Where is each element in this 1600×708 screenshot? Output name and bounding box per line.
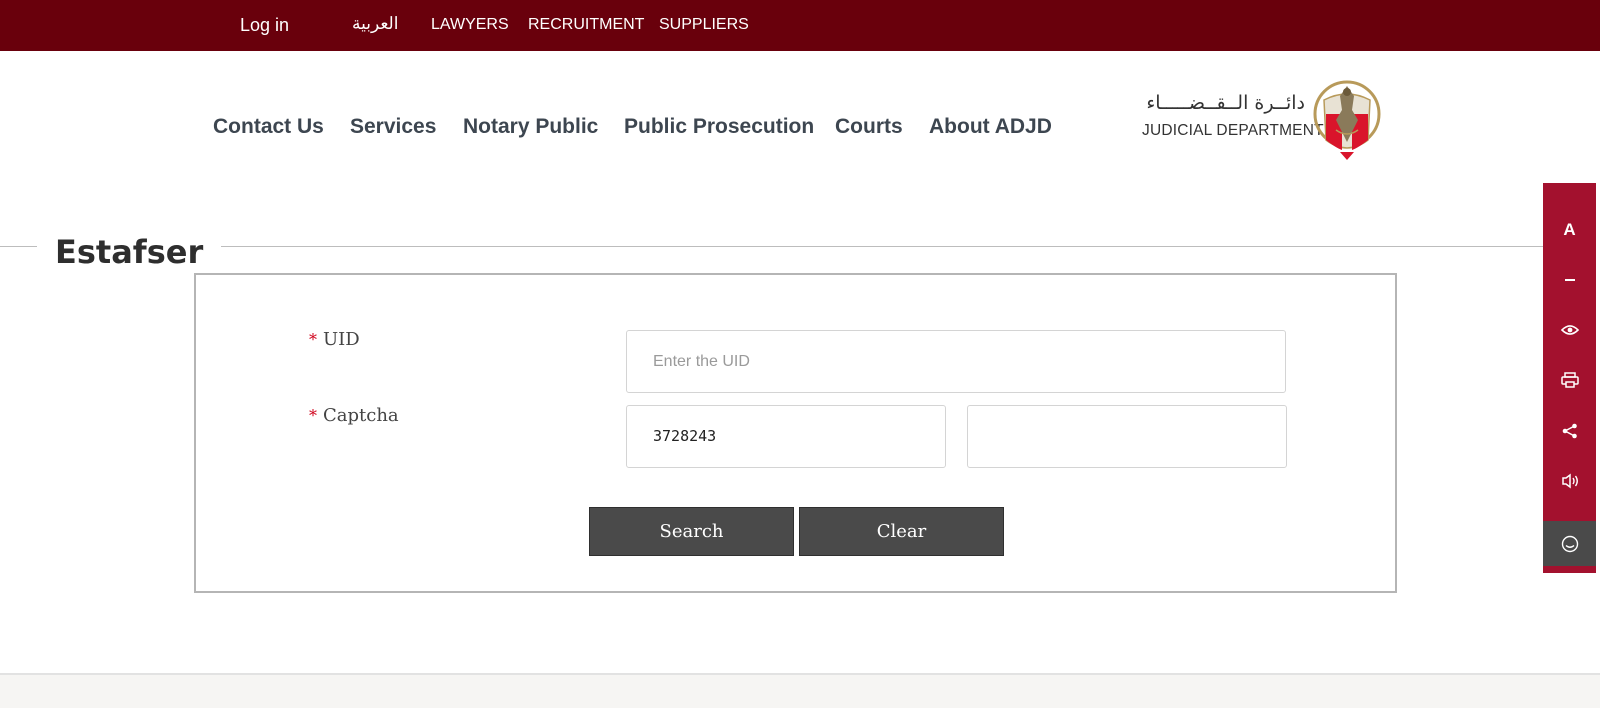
recruitment-link[interactable]: RECRUITMENT <box>528 16 644 34</box>
accessibility-toolbar: A <box>1543 183 1596 573</box>
nav-about-adjd[interactable]: About ADJD <box>929 115 1052 139</box>
footer <box>0 673 1600 708</box>
smile-icon[interactable] <box>1543 521 1596 566</box>
search-form-panel: * UID * Captcha 3728243 Search Clear <box>194 273 1397 593</box>
falcon-emblem-icon <box>1313 80 1381 160</box>
required-marker: * <box>309 406 317 425</box>
clear-button[interactable]: Clear <box>799 507 1004 556</box>
nav-notary-public[interactable]: Notary Public <box>463 115 598 139</box>
decrease-font-icon[interactable] <box>1543 255 1596 305</box>
top-bar: Log in العربية LAWYERS RECRUITMENT SUPPL… <box>0 0 1600 51</box>
arabic-language-link[interactable]: العربية <box>352 14 398 34</box>
sound-icon[interactable] <box>1543 456 1596 506</box>
captcha-input[interactable] <box>967 405 1287 468</box>
nav-contact-us[interactable]: Contact Us <box>213 115 324 139</box>
required-marker: * <box>309 330 317 349</box>
logo-english-text: JUDICIAL DEPARTMENT <box>1142 122 1324 139</box>
nav-services[interactable]: Services <box>350 115 436 139</box>
captcha-code: 3728243 <box>626 405 946 468</box>
page-title: Estafser <box>37 226 222 274</box>
print-icon[interactable] <box>1543 355 1596 405</box>
login-link[interactable]: Log in <box>240 15 289 36</box>
search-button[interactable]: Search <box>589 507 794 556</box>
uid-label: * UID <box>309 329 360 350</box>
eye-icon[interactable] <box>1543 305 1596 355</box>
nav-public-prosecution[interactable]: Public Prosecution <box>624 115 814 139</box>
captcha-label-text: Captcha <box>323 405 399 426</box>
lawyers-link[interactable]: LAWYERS <box>431 16 509 34</box>
captcha-label: * Captcha <box>309 405 399 426</box>
nav-courts[interactable]: Courts <box>835 115 903 139</box>
suppliers-link[interactable]: SUPPLIERS <box>659 16 749 34</box>
font-size-icon[interactable]: A <box>1543 205 1596 255</box>
logo-arabic-text: دائــرة الــقــضـــــاء <box>1146 92 1305 114</box>
uid-label-text: UID <box>323 329 360 350</box>
share-icon[interactable] <box>1543 406 1596 456</box>
uid-input[interactable] <box>626 330 1286 393</box>
title-divider <box>0 246 1545 247</box>
judicial-department-logo[interactable]: دائــرة الــقــضـــــاء JUDICIAL DEPARTM… <box>1140 70 1385 165</box>
